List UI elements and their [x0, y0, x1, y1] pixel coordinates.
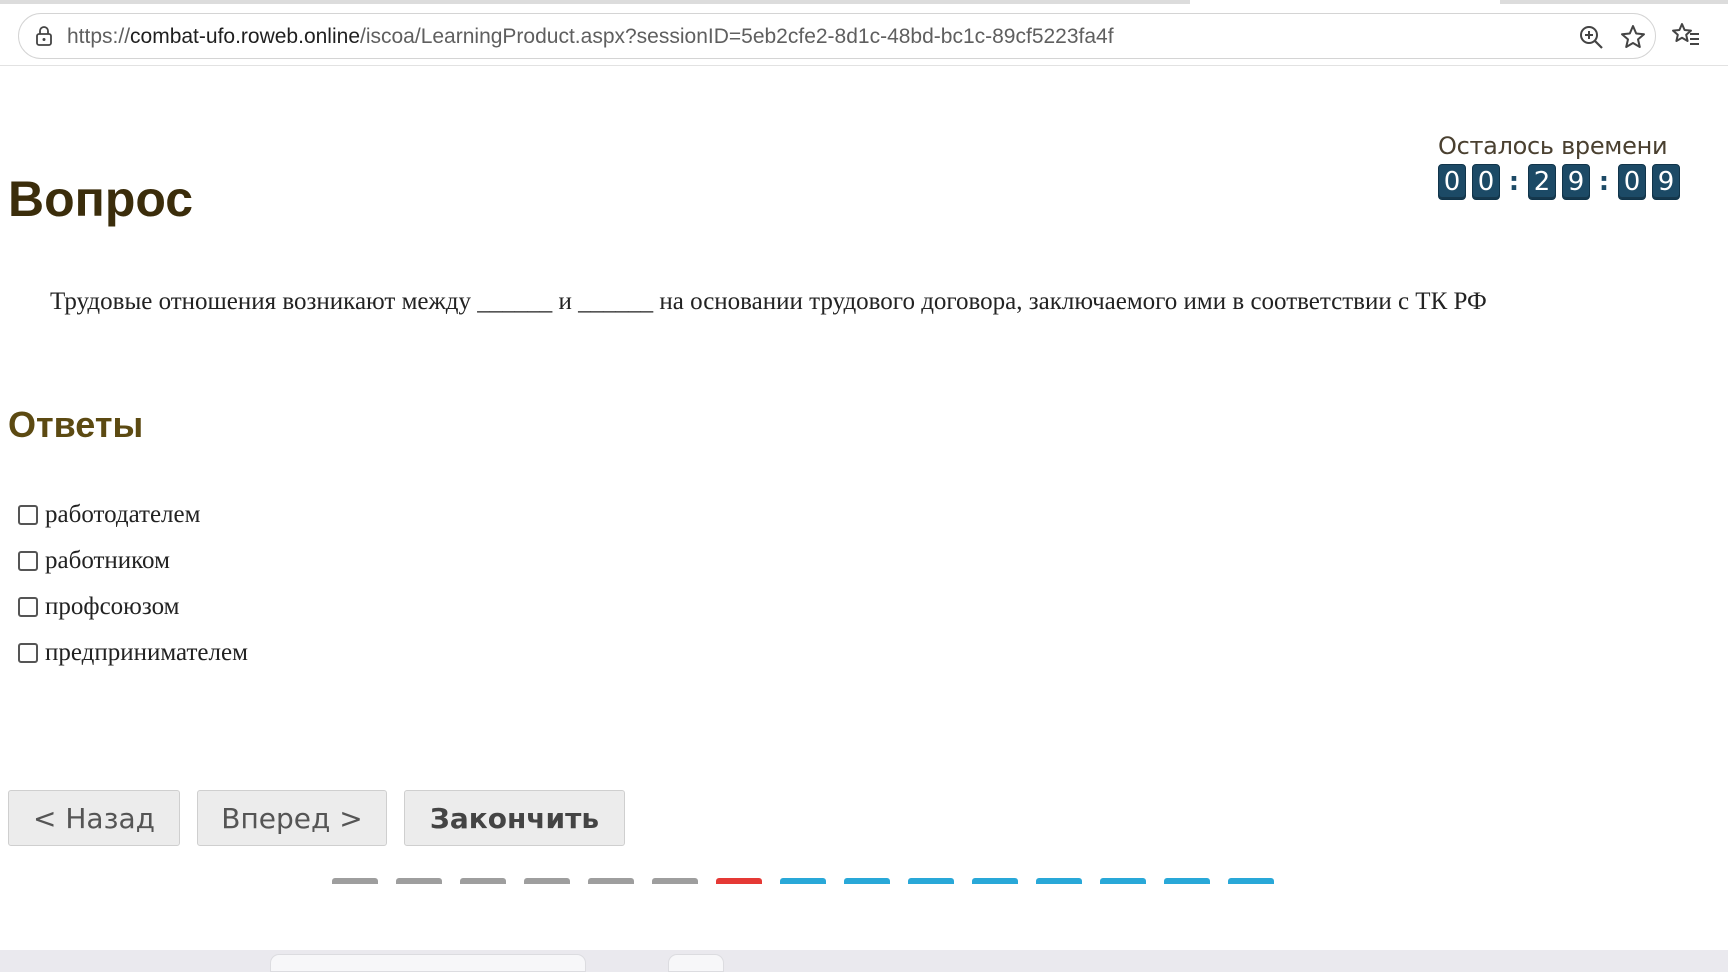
- question-step-13[interactable]: [1100, 878, 1146, 884]
- lock-icon[interactable]: [33, 25, 55, 47]
- forward-button[interactable]: Вперед >: [197, 790, 387, 846]
- question-step-5[interactable]: [588, 878, 634, 884]
- answer-label[interactable]: работодателем: [45, 501, 200, 529]
- zoom-icon[interactable]: [1577, 23, 1605, 51]
- question-step-1[interactable]: [332, 878, 378, 884]
- timer-digit-minutes-tens: 2: [1528, 164, 1556, 200]
- question-step-10[interactable]: [908, 878, 954, 884]
- question-step-14[interactable]: [1164, 878, 1210, 884]
- question-step-2[interactable]: [396, 878, 442, 884]
- question-step-9[interactable]: [844, 878, 890, 884]
- answer-checkbox[interactable]: [18, 551, 38, 571]
- timer-digit-seconds-tens: 0: [1618, 164, 1646, 200]
- answer-option[interactable]: работником: [18, 538, 248, 584]
- taskbar-item[interactable]: [668, 954, 724, 972]
- browser-toolbar: https://combat-ufo.roweb.online/iscoa/Le…: [0, 0, 1728, 66]
- answer-checkbox[interactable]: [18, 505, 38, 525]
- url-prefix: https://: [67, 25, 131, 48]
- answer-label[interactable]: работником: [45, 547, 170, 575]
- answer-label[interactable]: профсоюзом: [45, 593, 179, 621]
- question-step-8[interactable]: [780, 878, 826, 884]
- timer-digit-seconds-ones: 9: [1652, 164, 1680, 200]
- answer-checkbox[interactable]: [18, 597, 38, 617]
- countdown-timer: Осталось времени 0 0 : 2 9 : 0 9: [1438, 132, 1698, 200]
- timer-digit-hours-tens: 0: [1438, 164, 1466, 200]
- tab-strip: [0, 0, 1190, 4]
- url-path: /iscoa/LearningProduct.aspx?sessionID=5e…: [360, 25, 1114, 48]
- answer-checkbox[interactable]: [18, 643, 38, 663]
- address-bar[interactable]: https://combat-ufo.roweb.online/iscoa/Le…: [18, 13, 1656, 59]
- taskbar-item[interactable]: [270, 954, 586, 972]
- star-icon[interactable]: [1619, 23, 1647, 51]
- finish-button[interactable]: Закончить: [404, 790, 625, 846]
- answer-label[interactable]: предпринимателем: [45, 639, 248, 667]
- question-step-15[interactable]: [1228, 878, 1274, 884]
- timer-digit-minutes-ones: 9: [1562, 164, 1590, 200]
- timer-separator: :: [1598, 167, 1610, 197]
- question-step-12[interactable]: [1036, 878, 1082, 884]
- back-button[interactable]: < Назад: [8, 790, 180, 846]
- answers-list: работодателем работником профсоюзом пред…: [18, 492, 248, 676]
- question-step-6[interactable]: [652, 878, 698, 884]
- question-progress-strip: [332, 878, 1292, 884]
- question-step-4[interactable]: [524, 878, 570, 884]
- timer-digit-hours-ones: 0: [1472, 164, 1500, 200]
- question-step-3[interactable]: [460, 878, 506, 884]
- answer-option[interactable]: предпринимателем: [18, 630, 248, 676]
- timer-separator: :: [1508, 167, 1520, 197]
- question-step-7[interactable]: [716, 878, 762, 884]
- url-host: combat-ufo.roweb.online: [130, 25, 360, 48]
- url-text[interactable]: https://combat-ufo.roweb.online/iscoa/Le…: [67, 14, 1114, 60]
- answer-option[interactable]: профсоюзом: [18, 584, 248, 630]
- answers-heading: Ответы: [8, 404, 144, 445]
- question-text: Трудовые отношения возникают между _____…: [50, 288, 1487, 315]
- question-step-11[interactable]: [972, 878, 1018, 884]
- tab-strip-right: [1500, 0, 1728, 4]
- timer-label: Осталось времени: [1438, 132, 1668, 160]
- taskbar: [0, 950, 1728, 972]
- timer-digits: 0 0 : 2 9 : 0 9: [1438, 164, 1698, 200]
- answer-option[interactable]: работодателем: [18, 492, 248, 538]
- favorites-icon[interactable]: [1671, 20, 1701, 50]
- question-heading: Вопрос: [8, 171, 194, 227]
